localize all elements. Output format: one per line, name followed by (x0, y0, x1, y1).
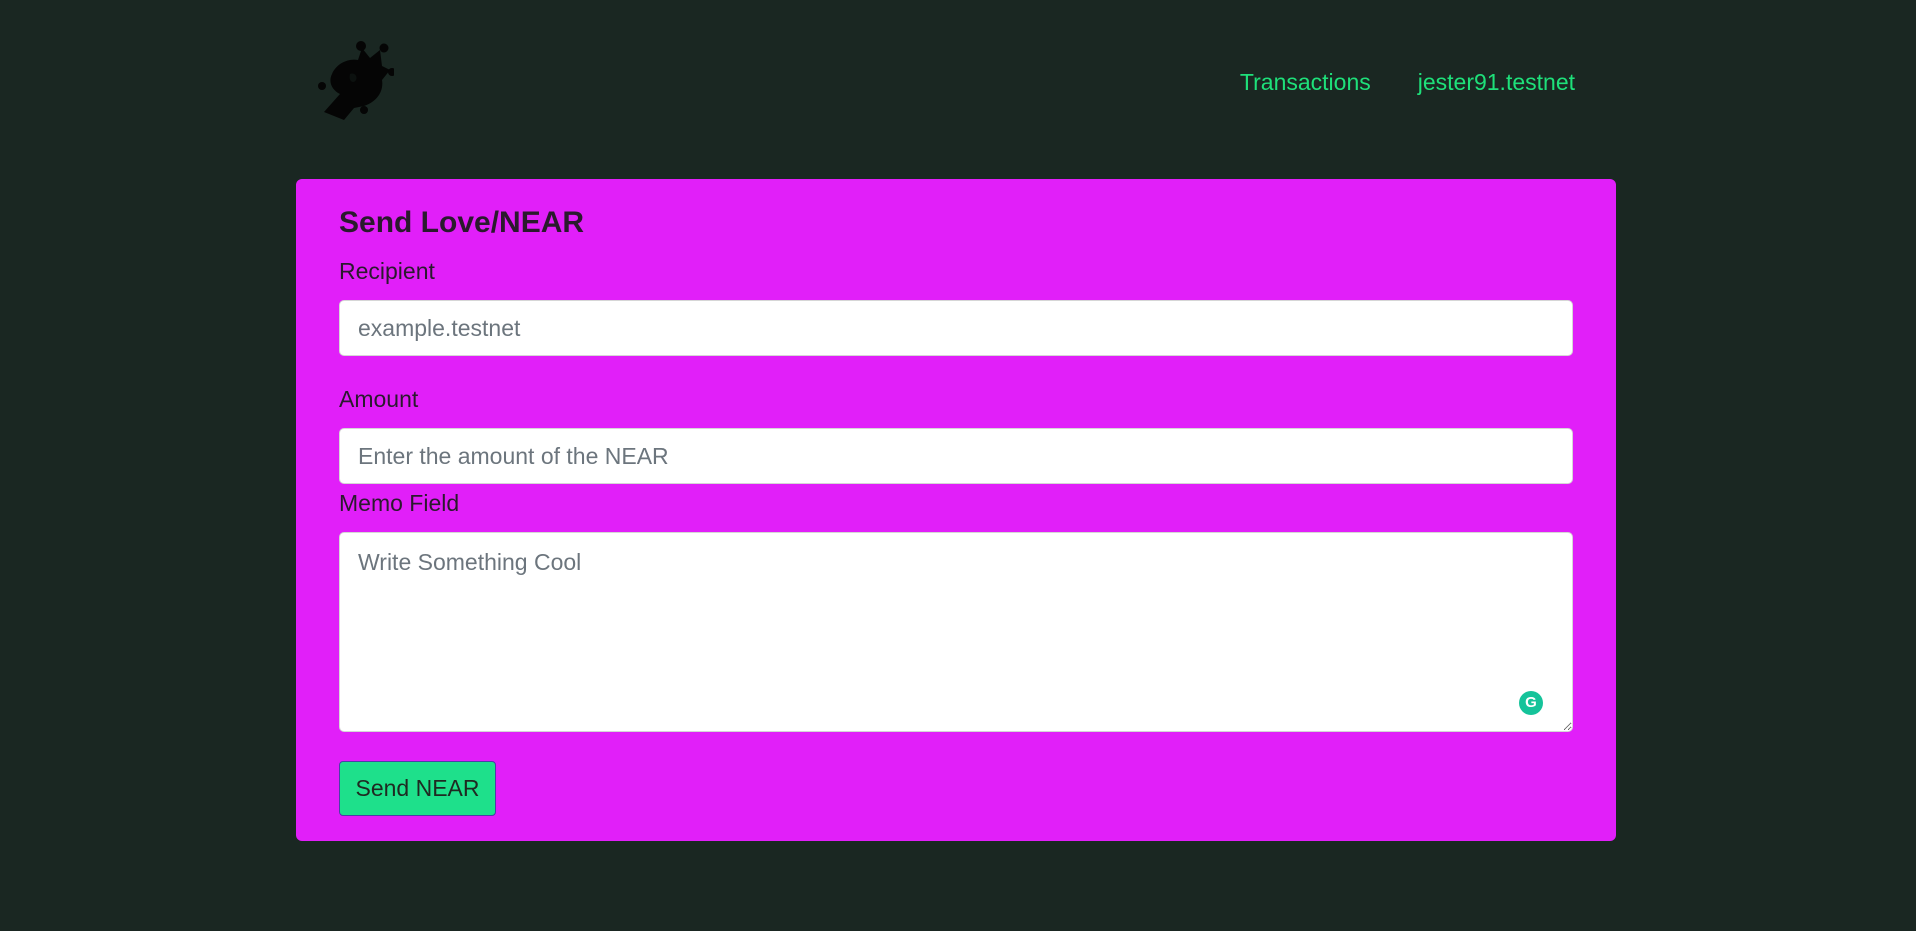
page: Transactions jester91.testnet Send Love/… (0, 0, 1916, 931)
recipient-label: Recipient (339, 258, 435, 284)
amount-input[interactable] (339, 428, 1573, 484)
memo-textarea[interactable] (339, 532, 1573, 732)
nav-link-transactions[interactable]: Transactions (1240, 68, 1371, 96)
nav-link-account[interactable]: jester91.testnet (1418, 68, 1575, 96)
main-nav: Transactions jester91.testnet (1240, 68, 1575, 96)
site-header: Transactions jester91.testnet (0, 0, 1916, 170)
memo-label: Memo Field (339, 490, 460, 516)
jester-hat-icon[interactable] (314, 40, 394, 122)
send-form-card: Send Love/NEAR Recipient Amount Memo Fie… (296, 179, 1616, 841)
grammarly-icon[interactable]: G (1519, 691, 1543, 715)
form-title: Send Love/NEAR (339, 206, 585, 239)
send-near-button[interactable]: Send NEAR (339, 761, 496, 816)
amount-label: Amount (339, 386, 419, 412)
recipient-input[interactable] (339, 300, 1573, 356)
